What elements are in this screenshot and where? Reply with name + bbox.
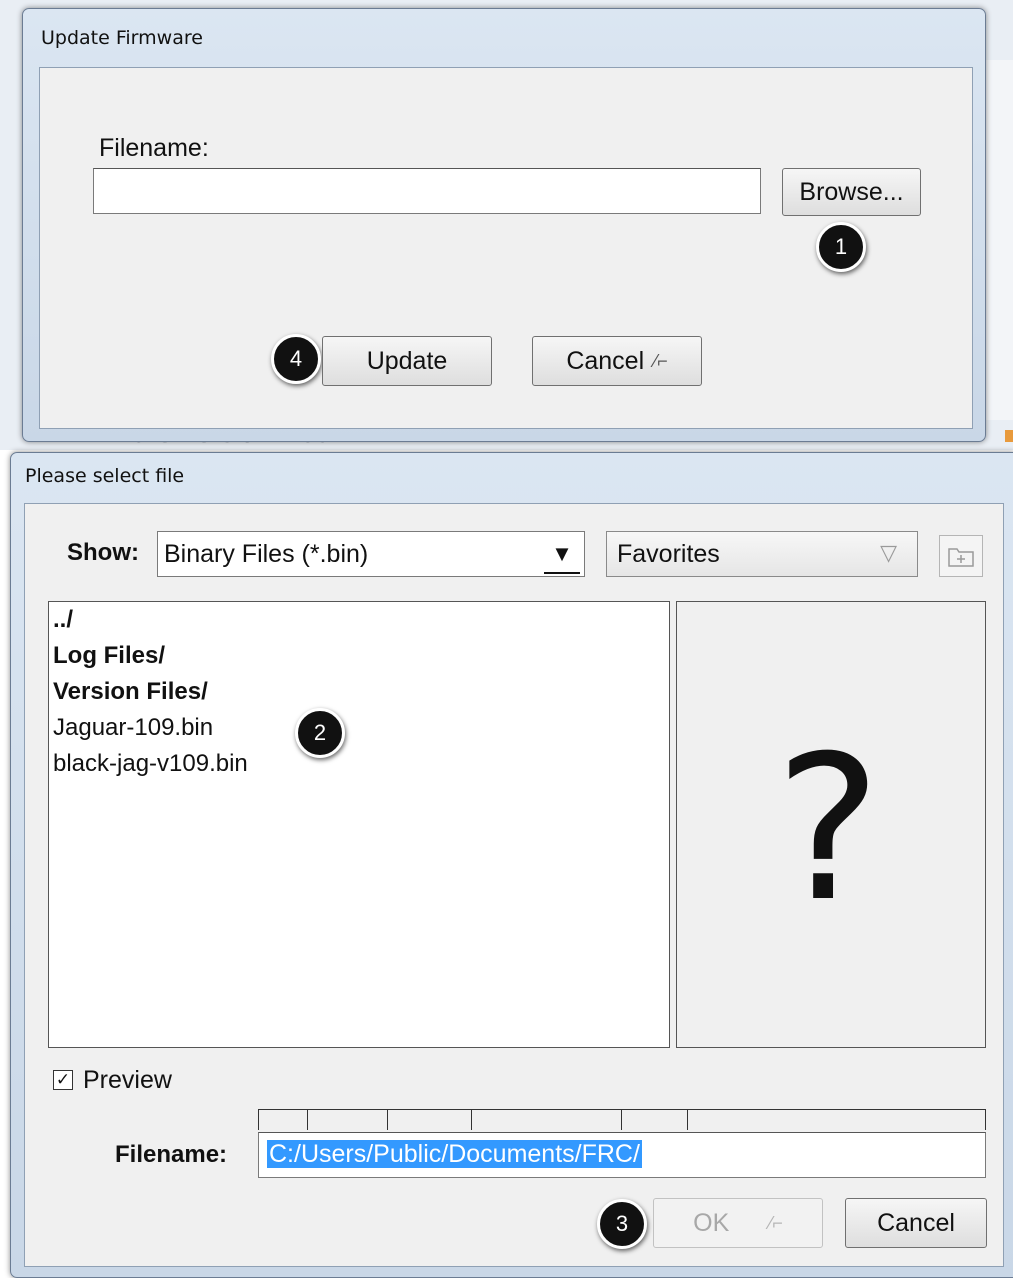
enter-key-icon: ⁄⌐ bbox=[769, 1212, 783, 1233]
filename-field[interactable]: C:/Users/Public/Documents/FRC/ bbox=[258, 1132, 986, 1178]
favorites-label: Favorites bbox=[617, 539, 720, 568]
ok-button-label: OK bbox=[693, 1208, 730, 1237]
favorites-menu[interactable]: Favorites ▽ bbox=[606, 531, 918, 577]
favorites-arrow-icon: ▽ bbox=[880, 540, 897, 565]
ruler-tick bbox=[687, 1110, 688, 1130]
file-list-item[interactable]: Log Files/ bbox=[53, 642, 165, 670]
preview-pane: ? bbox=[676, 601, 986, 1048]
step-badge-4: 4 bbox=[271, 334, 321, 384]
file-list[interactable]: ../ Log Files/ Version Files/ Jaguar-109… bbox=[48, 601, 670, 1048]
ruler-tick bbox=[258, 1110, 259, 1130]
ruler-tick bbox=[307, 1110, 308, 1130]
cancel-button-label: Cancel bbox=[877, 1208, 955, 1237]
cancel-button-label: Cancel bbox=[566, 346, 645, 375]
step-badge-2: 2 bbox=[295, 708, 345, 758]
step-badge-1: 1 bbox=[816, 222, 866, 272]
filename-label: Filename: bbox=[99, 134, 209, 162]
update-firmware-window: Update Firmware Filename: Browse... 1 4 … bbox=[22, 8, 986, 442]
preview-checkbox-label: Preview bbox=[83, 1066, 172, 1094]
background-accent bbox=[1005, 430, 1013, 442]
filename-label: Filename: bbox=[115, 1141, 228, 1168]
filename-field[interactable] bbox=[93, 168, 761, 214]
column-ruler bbox=[258, 1109, 986, 1130]
browse-button-label: Browse... bbox=[799, 177, 904, 206]
window-title: Update Firmware bbox=[41, 27, 203, 49]
file-type-value: Binary Files (*.bin) bbox=[164, 539, 369, 568]
show-label: Show: bbox=[67, 539, 139, 566]
step-badge-3: 3 bbox=[597, 1199, 647, 1249]
background-side-panel bbox=[985, 60, 1013, 420]
filename-selected-text: C:/Users/Public/Documents/FRC/ bbox=[267, 1140, 642, 1168]
enter-key-icon: ⁄⌐ bbox=[654, 350, 668, 371]
ruler-tick bbox=[985, 1110, 986, 1130]
dialog-body: Show: Binary Files (*.bin) ▼ Favorites ▽… bbox=[24, 503, 1004, 1267]
file-type-select[interactable]: Binary Files (*.bin) ▼ bbox=[157, 531, 585, 577]
unknown-preview-icon: ? bbox=[775, 713, 882, 946]
new-folder-icon bbox=[948, 548, 974, 567]
file-list-item[interactable]: black-jag-v109.bin bbox=[53, 750, 248, 778]
dialog-body: Filename: Browse... 1 4 Update Cancel ⁄⌐ bbox=[39, 67, 973, 429]
file-list-item[interactable]: Jaguar-109.bin bbox=[53, 714, 213, 742]
file-list-item[interactable]: Version Files/ bbox=[53, 678, 208, 706]
browse-button[interactable]: Browse... bbox=[782, 168, 921, 216]
ruler-tick bbox=[387, 1110, 388, 1130]
update-button[interactable]: Update bbox=[322, 336, 492, 386]
ok-button[interactable]: OK ⁄⌐ bbox=[653, 1198, 823, 1248]
cancel-button[interactable]: Cancel ⁄⌐ bbox=[532, 336, 702, 386]
file-list-item[interactable]: ../ bbox=[53, 606, 73, 634]
select-file-window: Please select file Show: Binary Files (*… bbox=[10, 452, 1013, 1278]
cancel-button[interactable]: Cancel bbox=[845, 1198, 987, 1248]
window-title: Please select file bbox=[25, 465, 185, 487]
dropdown-arrow-icon[interactable]: ▼ bbox=[544, 536, 580, 574]
ruler-tick bbox=[471, 1110, 472, 1130]
new-folder-button[interactable] bbox=[939, 535, 983, 577]
preview-checkbox[interactable]: ✓ bbox=[53, 1070, 73, 1090]
update-button-label: Update bbox=[366, 346, 448, 375]
ruler-tick bbox=[621, 1110, 622, 1130]
